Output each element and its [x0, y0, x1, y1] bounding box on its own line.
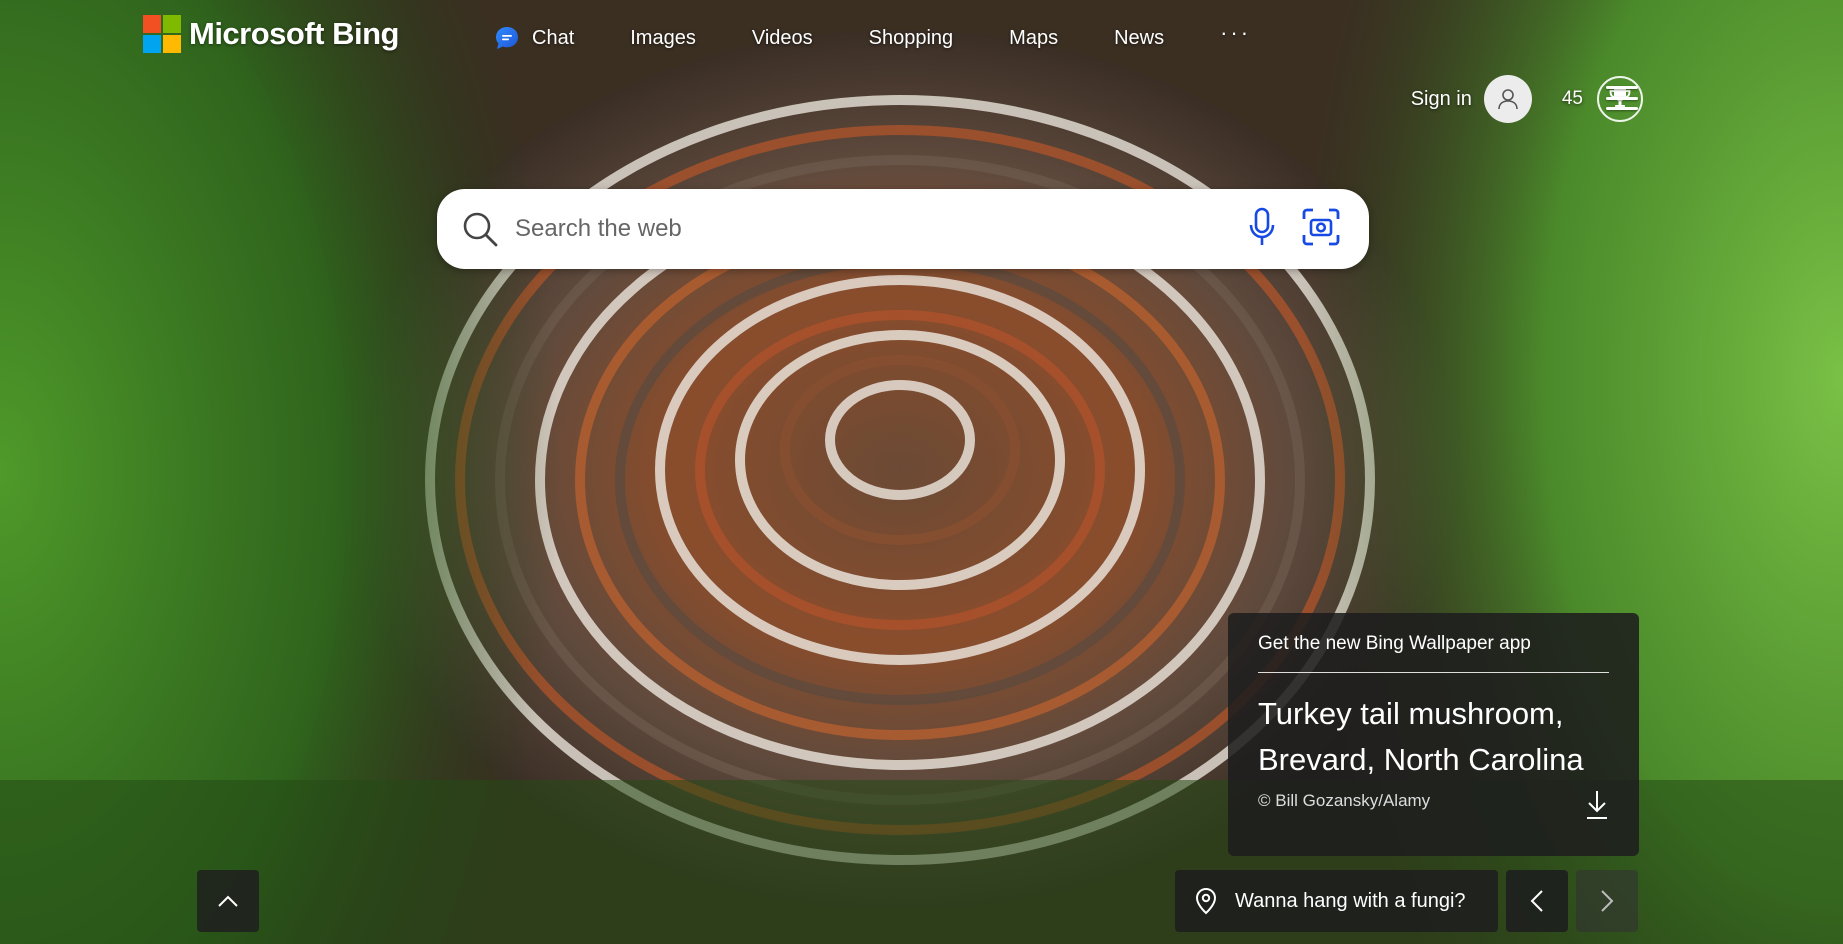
wallpaper-info-card: Get the new Bing Wallpaper app Turkey ta…	[1228, 613, 1639, 856]
search-icon	[463, 212, 498, 247]
fact-bar[interactable]: Wanna hang with a fungi?	[1175, 870, 1498, 932]
brand-name: Microsoft Bing	[189, 16, 400, 51]
avatar[interactable]	[1483, 75, 1532, 123]
download-icon[interactable]	[1585, 789, 1609, 826]
nav-label-chat: Chat	[532, 26, 575, 49]
nav-item-images[interactable]: Images	[630, 27, 696, 50]
fact-text: Wanna hang with a fungi?	[1235, 889, 1466, 912]
nav-item-news[interactable]: News	[1114, 27, 1164, 50]
rewards-points[interactable]: 45	[1562, 88, 1583, 110]
microsoft-logo-icon	[143, 15, 181, 53]
next-image-button[interactable]	[1576, 870, 1638, 932]
wallpaper-app-link[interactable]: Get the new Bing Wallpaper app	[1258, 633, 1609, 673]
chevron-up-icon	[218, 895, 238, 907]
voice-search-button[interactable]	[1247, 207, 1277, 252]
wallpaper-credit: © Bill Gozansky/Alamy	[1258, 791, 1431, 810]
chevron-right-icon	[1601, 890, 1614, 912]
search-input[interactable]	[513, 214, 1247, 244]
nav-item-shopping[interactable]: Shopping	[869, 27, 954, 50]
bing-logo[interactable]: Microsoft Bing	[143, 15, 400, 53]
sign-in-link[interactable]: Sign in	[1411, 88, 1472, 111]
location-pin-icon	[1195, 887, 1217, 915]
visual-search-button[interactable]	[1301, 207, 1341, 252]
chevron-left-icon	[1530, 890, 1543, 912]
chat-icon	[494, 25, 520, 51]
nav-item-videos[interactable]: Videos	[752, 27, 813, 50]
previous-image-button[interactable]	[1506, 870, 1568, 932]
wallpaper-title[interactable]: Turkey tail mushroom, Brevard, North Car…	[1258, 691, 1609, 783]
nav-item-chat[interactable]: Chat	[494, 25, 574, 51]
top-nav: Chat Images Videos Shopping Maps News ··…	[494, 20, 1251, 54]
search-box[interactable]	[437, 189, 1369, 269]
nav-more-button[interactable]: ···	[1220, 20, 1251, 46]
menu-hamburger-icon[interactable]	[1606, 86, 1638, 110]
nav-item-maps[interactable]: Maps	[1009, 27, 1058, 50]
scroll-up-button[interactable]	[197, 870, 259, 932]
microphone-icon	[1249, 207, 1275, 245]
camera-search-icon	[1302, 208, 1340, 245]
user-icon	[1498, 89, 1518, 110]
